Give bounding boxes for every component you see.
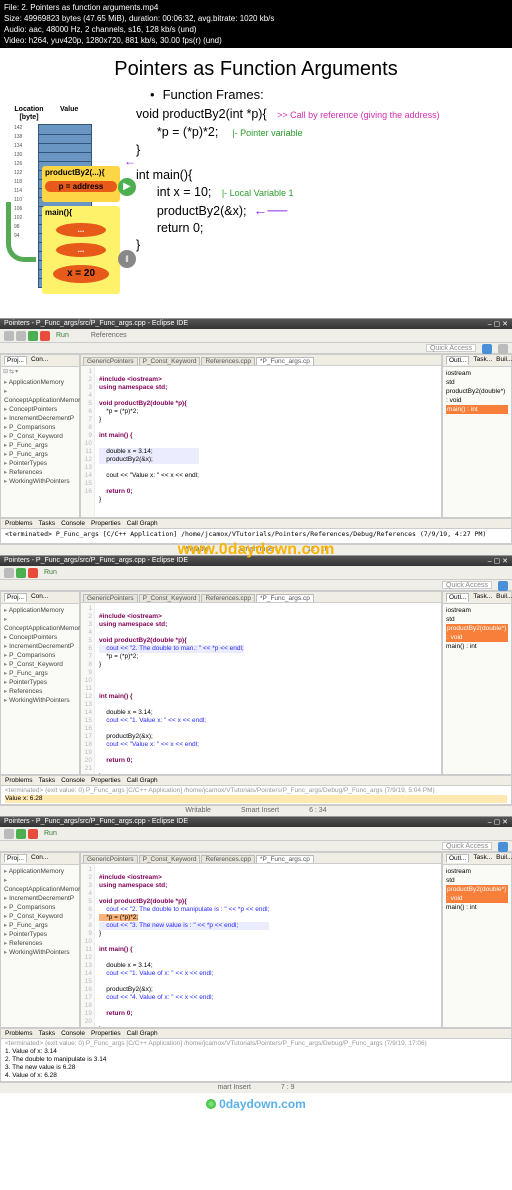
project-tree: ApplicationMemoryConceptApplicationMemor… <box>1 376 79 488</box>
tab-problems[interactable]: Problems <box>5 520 32 527</box>
tab-connections[interactable]: Con... <box>31 356 48 365</box>
quick-access-input[interactable]: Quick Access <box>426 344 476 352</box>
tab-tasks[interactable]: Tasks <box>38 520 55 527</box>
window-controls[interactable]: – ▢ ✕ <box>488 818 508 826</box>
tab-build[interactable]: Buil... <box>496 356 512 365</box>
arrow-purple-icon: ← <box>124 154 136 168</box>
value-header: Value <box>60 106 78 113</box>
dots-ellipse: ... <box>56 223 106 237</box>
code-editor[interactable]: GenericPointers P_Const_Keyword Referenc… <box>80 354 442 518</box>
frame-main: main(){ ... ... x = 20 <box>42 206 120 294</box>
menu-icon[interactable]: ▾ <box>15 368 18 375</box>
ide-toolbar: Run References <box>0 329 512 343</box>
media-video: Video: h264, yuv420p, 1280x720, 881 kb/s… <box>4 35 508 46</box>
tab-console[interactable]: Console <box>61 520 85 527</box>
media-size: Size: 49969823 bytes (47.65 MiB), durati… <box>4 13 508 24</box>
editor-tab[interactable]: GenericPointers <box>83 357 138 365</box>
quick-access-input[interactable]: Quick Access <box>442 842 492 850</box>
run-label: Run <box>56 332 69 339</box>
line-gutter: 12345678910111213141516 <box>81 366 95 517</box>
run-icon[interactable] <box>16 829 26 839</box>
note-local-var: |- Local Variable 1 <box>222 188 294 198</box>
ide-window-1: Pointers - P_Func_args/src/P_Func_args.c… <box>0 318 512 555</box>
pause-icon: ‖ <box>118 250 136 268</box>
note-call-by-ref: >> Call by reference (giving the address… <box>277 110 440 120</box>
arrow-icon: ←── <box>253 202 287 218</box>
new-icon[interactable] <box>4 829 14 839</box>
code-editor[interactable]: GenericPointers P_Const_Keyword Referenc… <box>80 591 442 775</box>
tab-properties[interactable]: Properties <box>91 520 121 527</box>
tab-outline[interactable]: Outl... <box>446 356 469 365</box>
perspective-icon[interactable] <box>482 344 492 354</box>
location-header: Location [byte] <box>10 106 48 122</box>
editor-tab-active[interactable]: *P_Func_args.cp <box>256 357 314 365</box>
media-info-overlay: File: 2. Pointers as function arguments.… <box>0 0 512 48</box>
collapse-icon[interactable]: ⊟ <box>3 368 8 375</box>
globe-icon <box>206 1099 216 1109</box>
bullet-function-frames: Function Frames: <box>150 87 502 102</box>
media-audio: Audio: aac, 48000 Hz, 2 channels, s16, 1… <box>4 24 508 35</box>
outline-view[interactable]: Outl...Task...Buil... iostreamstd produc… <box>442 591 512 775</box>
perspective-icon[interactable] <box>498 344 508 354</box>
new-icon[interactable] <box>4 568 14 578</box>
note-pointer-var: |- Pointer variable <box>232 128 302 138</box>
outline-view[interactable]: Outl...Task...Buil... iostreamstd produc… <box>442 852 512 1028</box>
perspective-icon[interactable] <box>498 842 508 852</box>
stop-icon[interactable] <box>28 568 38 578</box>
play-icon: ▶ <box>118 178 136 196</box>
watermark: www.0daydown.com <box>0 541 512 559</box>
slide-title: Pointers as Function Arguments <box>10 58 502 81</box>
editor-tab[interactable]: P_Const_Keyword <box>139 357 201 365</box>
run-icon[interactable] <box>16 568 26 578</box>
perspective-icon[interactable] <box>498 581 508 591</box>
stop-icon[interactable] <box>28 829 38 839</box>
console-output: <terminated> (exit value: 0) P_Func_args… <box>1 786 511 804</box>
tab-task[interactable]: Task... <box>473 356 492 365</box>
new-icon[interactable] <box>4 331 14 341</box>
project-explorer[interactable]: Proj... Con... ⊟⇆▾ ApplicationMemoryConce… <box>0 354 80 518</box>
stop-icon[interactable] <box>40 331 50 341</box>
outline-view[interactable]: Outl...Task...Buil... iostream std produ… <box>442 354 512 518</box>
save-icon[interactable] <box>16 331 26 341</box>
tab-project[interactable]: Proj... <box>4 356 27 365</box>
ide-window-2: Pointers - P_Func_args/src/P_Func_args.c… <box>0 555 512 816</box>
link-icon[interactable]: ⇆ <box>9 368 14 375</box>
p-address-box: p = address <box>45 181 117 192</box>
editor-tab[interactable]: References.cpp <box>201 357 255 365</box>
outline-selected: main() : int <box>446 405 508 414</box>
run-icon[interactable] <box>28 331 38 341</box>
watermark-footer: 0daydown.com <box>0 1093 512 1115</box>
window-controls[interactable]: – ▢ ✕ <box>488 320 508 328</box>
frame-productby2: productBy2(...){ p = address <box>42 166 120 202</box>
perspective-bar: Quick Access <box>0 343 512 354</box>
code-text[interactable]: #include <iostream> using namespace std;… <box>95 366 203 517</box>
project-explorer[interactable]: Proj...Con... ApplicationMemoryConceptAp… <box>0 591 80 775</box>
call-arrow <box>6 202 36 262</box>
media-file: File: 2. Pointers as function arguments.… <box>4 2 508 13</box>
memory-diagram: Location [byte] Value 142138134130126122… <box>10 106 120 306</box>
code-editor[interactable]: GenericPointers P_Const_Keyword Referenc… <box>80 852 442 1028</box>
ide-title-bar: Pointers - P_Func_args/src/P_Func_args.c… <box>0 319 512 329</box>
presentation-slide: Pointers as Function Arguments Function … <box>0 48 512 318</box>
project-explorer[interactable]: Proj...Con... ApplicationMemoryConceptAp… <box>0 852 80 1028</box>
tab-callgraph[interactable]: Call Graph <box>127 520 158 527</box>
quick-access-input[interactable]: Quick Access <box>442 581 492 589</box>
ide-window-3: Pointers - P_Func_args/src/P_Func_args.c… <box>0 816 512 1093</box>
slide-code: void productBy2(int *p){ >> Call by refe… <box>136 106 440 306</box>
console-output: <terminated> (exit value: 0) P_Func_args… <box>1 1039 511 1081</box>
x-value-box: x = 20 <box>53 265 109 283</box>
dots-ellipse: ... <box>56 243 106 257</box>
references-label[interactable]: References <box>91 332 127 339</box>
